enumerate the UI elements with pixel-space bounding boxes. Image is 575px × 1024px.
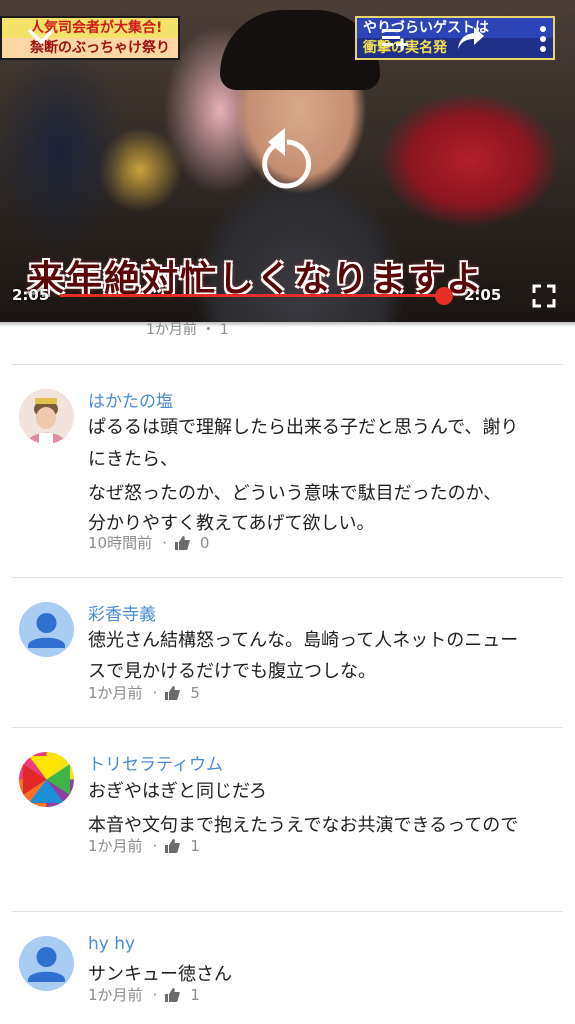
comment-author[interactable]: 彩香寺義 — [88, 600, 156, 625]
thumbs-up-icon[interactable] — [165, 988, 181, 1002]
comment-author[interactable]: はかたの塩 — [88, 387, 173, 412]
thumbs-up-icon[interactable] — [165, 686, 181, 700]
comment-divider — [12, 727, 563, 728]
video-duration: 2:05 — [464, 286, 502, 304]
add-to-playlist-icon[interactable] — [380, 26, 410, 52]
progress-scrubber[interactable] — [435, 287, 453, 305]
comment-meta: 1か月前 · 1 — [88, 984, 200, 1005]
avatar[interactable] — [19, 602, 74, 657]
avatar[interactable] — [19, 936, 74, 991]
comment-divider — [12, 364, 563, 365]
comment-text-line: 本音や文句まで抱えたうえでなお共演できるってので — [88, 815, 519, 836]
meta-separator: · — [152, 986, 158, 1004]
comment-meta-clipped: 1か月前 ・ 1 — [146, 322, 229, 338]
comment-text-line: にきたら、 — [88, 449, 178, 470]
fullscreen-icon[interactable] — [532, 284, 556, 308]
comment-text-line: おぎやはぎと同じだろ — [88, 781, 267, 802]
like-count: 1 — [190, 986, 200, 1004]
comment-divider — [12, 577, 563, 578]
comment-author[interactable]: hy hy — [88, 934, 135, 954]
like-count: 1 — [190, 837, 200, 855]
comment-meta: 1か月前 · 1 — [88, 835, 200, 856]
comment-text-line: 徳光さん結構怒ってんな。島崎って人ネットのニュー — [88, 630, 519, 651]
comment-time: 1か月前 — [88, 986, 143, 1004]
player-shadow — [0, 322, 575, 327]
comment-meta: 1か月前 · 5 — [88, 682, 200, 703]
comment-author[interactable]: トリセラティウム — [88, 750, 223, 775]
video-player[interactable]: 人気司会者が大集合! 禁断のぶっちゃけ祭り やりづらいゲストは 衝撃の実名発 来… — [0, 0, 575, 322]
more-vert-icon[interactable] — [536, 24, 550, 54]
current-time: 2:05 — [12, 286, 50, 304]
comment-time: 1か月前 — [88, 684, 143, 702]
share-icon[interactable] — [456, 24, 486, 52]
comment-text-line: なぜ怒ったのか、どういう意味で駄目だったのか、 — [88, 483, 502, 504]
comment-meta: 10時間前 · 0 — [88, 532, 209, 553]
meta-separator: · — [152, 837, 158, 855]
avatar[interactable] — [19, 389, 74, 444]
avatar[interactable] — [19, 752, 74, 807]
comment-time: 1か月前 — [88, 837, 143, 855]
like-count: 5 — [190, 684, 200, 702]
thumbs-up-icon[interactable] — [165, 839, 181, 853]
thumbs-up-icon[interactable] — [174, 536, 190, 550]
comment-divider — [12, 911, 563, 912]
meta-separator: · — [162, 534, 167, 552]
like-count: 0 — [199, 534, 210, 552]
comment-text-line: サンキュー徳さん — [88, 964, 232, 985]
comment-time: 10時間前 — [88, 534, 153, 552]
chevron-down-icon[interactable] — [26, 24, 56, 48]
replay-icon[interactable] — [258, 126, 316, 192]
comment-text-line: ぱるるは頭で理解したら出来る子だと思うんで、謝り — [88, 417, 519, 438]
meta-separator: · — [152, 684, 158, 702]
comment-text-line: スで見かけるだけでも腹立つしな。 — [88, 661, 376, 682]
progress-bar[interactable] — [60, 294, 444, 297]
